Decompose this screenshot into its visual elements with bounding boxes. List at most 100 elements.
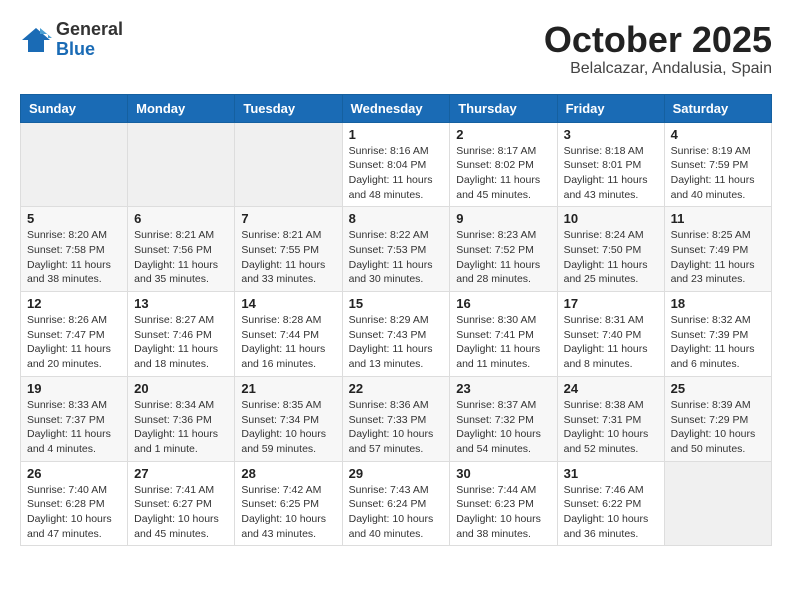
header-monday: Monday [128, 94, 235, 122]
day-info: Sunrise: 8:27 AMSunset: 7:46 PMDaylight:… [134, 313, 228, 372]
day-cell: 8 Sunrise: 8:22 AMSunset: 7:53 PMDaylight… [342, 207, 450, 292]
day-cell: 9 Sunrise: 8:23 AMSunset: 7:52 PMDaylight… [450, 207, 557, 292]
day-cell [128, 122, 235, 207]
day-info: Sunrise: 8:29 AMSunset: 7:43 PMDaylight:… [349, 313, 444, 372]
day-cell: 4Sunrise: 8:19 AMSunset: 7:59 PMDaylight… [664, 122, 771, 207]
header-wednesday: Wednesday [342, 94, 450, 122]
week-row-3: 12Sunrise: 8:26 AMSunset: 7:47 PMDayligh… [21, 292, 772, 377]
day-cell: 21 Sunrise: 8:35 AMSunset: 7:34 PMDayligh… [235, 376, 342, 461]
day-number: 10 [564, 211, 658, 226]
day-number: 24 [564, 381, 658, 396]
day-cell: 19Sunrise: 8:33 AMSunset: 7:37 PMDayligh… [21, 376, 128, 461]
day-info: Sunrise: 8:18 AMSunset: 8:01 PMDaylight:… [564, 144, 658, 203]
day-cell: 15 Sunrise: 8:29 AMSunset: 7:43 PMDayligh… [342, 292, 450, 377]
day-cell: 6 Sunrise: 8:21 AMSunset: 7:56 PMDaylight… [128, 207, 235, 292]
day-number: 3 [564, 127, 658, 142]
day-number: 9 [456, 211, 550, 226]
day-cell: 25Sunrise: 8:39 AMSunset: 7:29 PMDayligh… [664, 376, 771, 461]
day-number: 28 [241, 466, 335, 481]
day-cell: 10 Sunrise: 8:24 AMSunset: 7:50 PMDayligh… [557, 207, 664, 292]
day-info: Sunrise: 8:36 AMSunset: 7:33 PMDaylight:… [349, 398, 444, 457]
calendar-header-row: SundayMondayTuesdayWednesdayThursdayFrid… [21, 94, 772, 122]
day-cell: 30Sunrise: 7:44 AMSunset: 6:23 PMDayligh… [450, 461, 557, 546]
day-cell: 17Sunrise: 8:31 AMSunset: 7:40 PMDayligh… [557, 292, 664, 377]
day-info: Sunrise: 8:17 AMSunset: 8:02 PMDaylight:… [456, 144, 550, 203]
calendar-title-area: October 2025 Belalcazar, Andalusia, Spai… [544, 20, 772, 78]
header-sunday: Sunday [21, 94, 128, 122]
day-number: 18 [671, 296, 765, 311]
day-cell: 24 Sunrise: 8:38 AMSunset: 7:31 PMDayligh… [557, 376, 664, 461]
day-cell [664, 461, 771, 546]
day-info: Sunrise: 8:25 AMSunset: 7:49 PMDaylight:… [671, 228, 765, 287]
header-friday: Friday [557, 94, 664, 122]
day-info: Sunrise: 7:43 AMSunset: 6:24 PMDaylight:… [349, 483, 444, 542]
day-cell: 18 Sunrise: 8:32 AMSunset: 7:39 PMDayligh… [664, 292, 771, 377]
day-info: Sunrise: 8:38 AMSunset: 7:31 PMDaylight:… [564, 398, 658, 457]
day-number: 14 [241, 296, 335, 311]
header-saturday: Saturday [664, 94, 771, 122]
logo-general-text: General [56, 20, 123, 40]
day-info: Sunrise: 8:35 AMSunset: 7:34 PMDaylight:… [241, 398, 335, 457]
day-cell: 3 Sunrise: 8:18 AMSunset: 8:01 PMDaylight… [557, 122, 664, 207]
day-info: Sunrise: 8:22 AMSunset: 7:53 PMDaylight:… [349, 228, 444, 287]
day-number: 7 [241, 211, 335, 226]
day-info: Sunrise: 8:24 AMSunset: 7:50 PMDaylight:… [564, 228, 658, 287]
day-info: Sunrise: 8:32 AMSunset: 7:39 PMDaylight:… [671, 313, 765, 372]
page-header: General Blue October 2025 Belalcazar, An… [20, 20, 772, 78]
header-thursday: Thursday [450, 94, 557, 122]
day-number: 6 [134, 211, 228, 226]
week-row-1: 1Sunrise: 8:16 AMSunset: 8:04 PMDaylight… [21, 122, 772, 207]
day-cell: 16Sunrise: 8:30 AMSunset: 7:41 PMDayligh… [450, 292, 557, 377]
day-number: 23 [456, 381, 550, 396]
day-cell: 1Sunrise: 8:16 AMSunset: 8:04 PMDaylight… [342, 122, 450, 207]
day-number: 22 [349, 381, 444, 396]
month-title: October 2025 [544, 20, 772, 60]
day-number: 5 [27, 211, 121, 226]
day-info: Sunrise: 8:37 AMSunset: 7:32 PMDaylight:… [456, 398, 550, 457]
day-number: 4 [671, 127, 765, 142]
day-info: Sunrise: 8:23 AMSunset: 7:52 PMDaylight:… [456, 228, 550, 287]
day-info: Sunrise: 7:42 AMSunset: 6:25 PMDaylight:… [241, 483, 335, 542]
day-number: 8 [349, 211, 444, 226]
day-info: Sunrise: 8:21 AMSunset: 7:55 PMDaylight:… [241, 228, 335, 287]
header-tuesday: Tuesday [235, 94, 342, 122]
day-cell: 27 Sunrise: 7:41 AMSunset: 6:27 PMDayligh… [128, 461, 235, 546]
day-info: Sunrise: 7:46 AMSunset: 6:22 PMDaylight:… [564, 483, 658, 542]
day-info: Sunrise: 8:31 AMSunset: 7:40 PMDaylight:… [564, 313, 658, 372]
day-number: 15 [349, 296, 444, 311]
day-number: 2 [456, 127, 550, 142]
day-cell: 28 Sunrise: 7:42 AMSunset: 6:25 PMDayligh… [235, 461, 342, 546]
day-cell [21, 122, 128, 207]
day-number: 20 [134, 381, 228, 396]
logo-blue-text: Blue [56, 40, 123, 60]
day-cell: 31Sunrise: 7:46 AMSunset: 6:22 PMDayligh… [557, 461, 664, 546]
day-cell: 29 Sunrise: 7:43 AMSunset: 6:24 PMDayligh… [342, 461, 450, 546]
day-cell: 23 Sunrise: 8:37 AMSunset: 7:32 PMDayligh… [450, 376, 557, 461]
day-cell: 2 Sunrise: 8:17 AMSunset: 8:02 PMDaylight… [450, 122, 557, 207]
day-number: 27 [134, 466, 228, 481]
day-number: 26 [27, 466, 121, 481]
week-row-5: 26Sunrise: 7:40 AMSunset: 6:28 PMDayligh… [21, 461, 772, 546]
day-number: 19 [27, 381, 121, 396]
day-number: 21 [241, 381, 335, 396]
day-number: 29 [349, 466, 444, 481]
day-number: 30 [456, 466, 550, 481]
day-cell: 11 Sunrise: 8:25 AMSunset: 7:49 PMDayligh… [664, 207, 771, 292]
day-info: Sunrise: 8:21 AMSunset: 7:56 PMDaylight:… [134, 228, 228, 287]
logo-icon [20, 26, 52, 54]
day-cell: 7 Sunrise: 8:21 AMSunset: 7:55 PMDaylight… [235, 207, 342, 292]
day-cell: 14 Sunrise: 8:28 AMSunset: 7:44 PMDayligh… [235, 292, 342, 377]
day-cell: 20 Sunrise: 8:34 AMSunset: 7:36 PMDayligh… [128, 376, 235, 461]
day-info: Sunrise: 8:16 AMSunset: 8:04 PMDaylight:… [349, 144, 444, 203]
day-cell [235, 122, 342, 207]
day-info: Sunrise: 8:26 AMSunset: 7:47 PMDaylight:… [27, 313, 121, 372]
day-cell: 12Sunrise: 8:26 AMSunset: 7:47 PMDayligh… [21, 292, 128, 377]
day-info: Sunrise: 8:34 AMSunset: 7:36 PMDaylight:… [134, 398, 228, 457]
location-subtitle: Belalcazar, Andalusia, Spain [544, 60, 772, 78]
day-cell: 26Sunrise: 7:40 AMSunset: 6:28 PMDayligh… [21, 461, 128, 546]
day-info: Sunrise: 7:41 AMSunset: 6:27 PMDaylight:… [134, 483, 228, 542]
day-info: Sunrise: 8:28 AMSunset: 7:44 PMDaylight:… [241, 313, 335, 372]
day-info: Sunrise: 8:20 AMSunset: 7:58 PMDaylight:… [27, 228, 121, 287]
day-number: 11 [671, 211, 765, 226]
calendar-table: SundayMondayTuesdayWednesdayThursdayFrid… [20, 94, 772, 547]
